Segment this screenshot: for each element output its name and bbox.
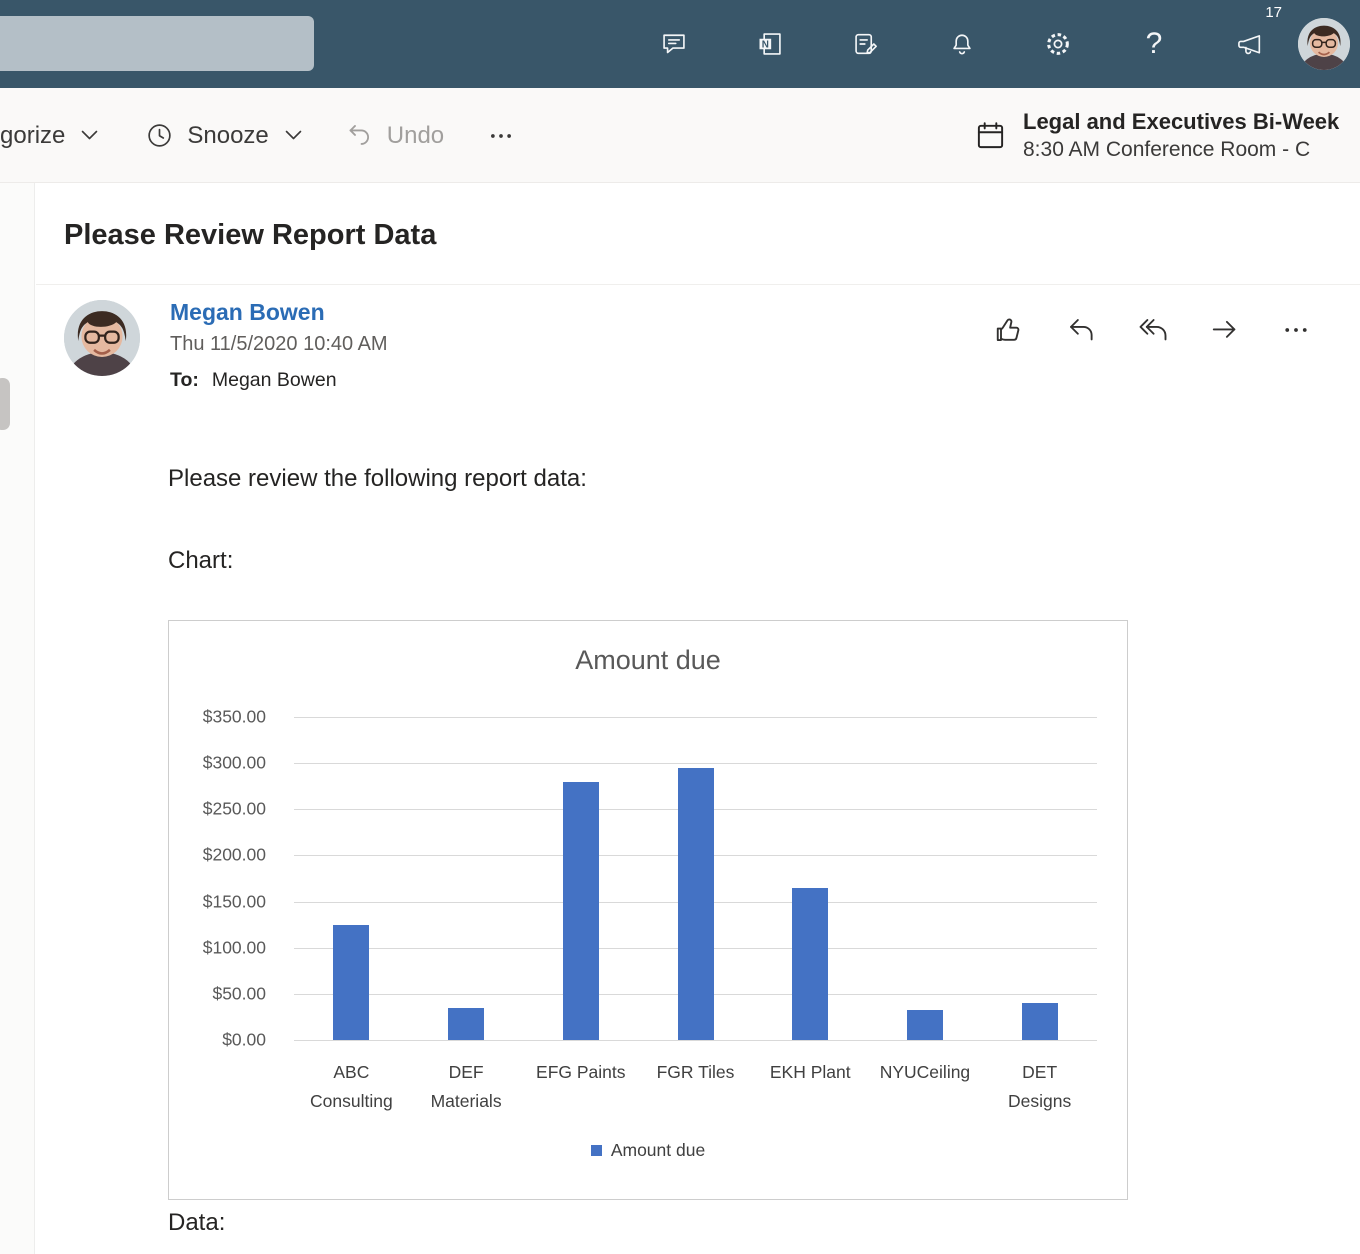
top-bar-actions: N xyxy=(626,0,1360,88)
scrollbar-thumb[interactable] xyxy=(0,378,10,430)
bar-efg-paints xyxy=(563,782,599,1040)
undo-icon xyxy=(346,122,373,149)
help-icon: ? xyxy=(1146,29,1163,59)
gear-icon xyxy=(1044,30,1072,58)
account-avatar xyxy=(1298,18,1350,70)
event-title: Legal and Executives Bi-Week xyxy=(1023,109,1339,135)
gridline xyxy=(294,1040,1097,1041)
like-button[interactable] xyxy=(994,315,1024,345)
categorize-button[interactable]: gorize xyxy=(0,122,98,150)
y-tick-label: $50.00 xyxy=(212,983,266,1004)
reply-icon xyxy=(1066,315,1096,345)
undo-button[interactable]: Undo xyxy=(346,122,444,150)
search-box[interactable] xyxy=(0,16,314,71)
y-tick-label: $0.00 xyxy=(222,1030,266,1051)
chevron-down-icon xyxy=(81,130,98,141)
feedback-button[interactable] xyxy=(626,0,722,88)
x-category-label: FGR Tiles xyxy=(657,1058,735,1116)
x-category-label: NYUCeiling xyxy=(880,1058,970,1116)
undo-label: Undo xyxy=(387,122,444,150)
settings-button[interactable] xyxy=(1010,0,1106,88)
x-category-label: EKH Plant xyxy=(770,1058,851,1116)
sender-avatar[interactable] xyxy=(64,300,140,376)
y-tick-label: $200.00 xyxy=(203,845,266,866)
snooze-label: Snooze xyxy=(187,122,268,150)
left-rail xyxy=(0,183,35,1254)
sent-time: Thu 11/5/2020 10:40 AM xyxy=(170,333,388,356)
todo-icon xyxy=(852,30,880,58)
more-horizontal-icon xyxy=(488,123,514,149)
chart-x-labels: ABC Consulting DEF Materials EFG Paints FGR… xyxy=(294,1058,1097,1116)
bar-det-designs xyxy=(1022,1003,1058,1040)
legend-swatch xyxy=(591,1145,602,1156)
like-icon xyxy=(994,315,1024,345)
recipient-line: To: Megan Bowen xyxy=(170,369,388,392)
notifications-button[interactable] xyxy=(914,0,1010,88)
y-tick-label: $150.00 xyxy=(203,891,266,912)
bar-def-materials xyxy=(448,1008,484,1040)
upcoming-event[interactable]: Legal and Executives Bi-Week 8:30 AM Con… xyxy=(975,88,1360,183)
event-details: 8:30 AM Conference Room - C xyxy=(1023,138,1339,162)
email-body-intro: Please review the following report data: xyxy=(168,465,587,493)
help-button[interactable]: ? xyxy=(1106,0,1202,88)
x-category-label: DET Designs xyxy=(994,1058,1086,1116)
chart-title: Amount due xyxy=(169,645,1127,676)
y-tick-label: $100.00 xyxy=(203,937,266,958)
bar-nyuceiling xyxy=(907,1010,943,1040)
x-category-label: EFG Paints xyxy=(536,1058,625,1116)
y-tick-label: $350.00 xyxy=(203,707,266,728)
more-commands-button[interactable] xyxy=(488,123,514,149)
whats-new-button[interactable]: 17 xyxy=(1202,0,1298,88)
sender-name[interactable]: Megan Bowen xyxy=(170,299,388,326)
chart-legend: Amount due xyxy=(169,1140,1127,1161)
categorize-label: gorize xyxy=(0,122,65,150)
email-subject: Please Review Report Data xyxy=(64,219,436,252)
forward-button[interactable] xyxy=(1210,315,1240,345)
feedback-icon xyxy=(660,30,688,58)
x-category-label: ABC Consulting xyxy=(305,1058,397,1116)
bell-icon xyxy=(948,30,976,58)
to-recipients[interactable]: Megan Bowen xyxy=(212,369,337,391)
reply-all-button[interactable] xyxy=(1138,315,1168,345)
message-header: Megan Bowen Thu 11/5/2020 10:40 AM To: Me… xyxy=(170,299,388,392)
notification-badge: 17 xyxy=(1265,4,1282,21)
app-top-bar: N xyxy=(0,0,1360,88)
todo-button[interactable] xyxy=(818,0,914,88)
y-tick-label: $250.00 xyxy=(203,799,266,820)
svg-text:N: N xyxy=(762,39,769,50)
forward-icon xyxy=(1210,315,1240,345)
reply-button[interactable] xyxy=(1066,315,1096,345)
data-heading: Data: xyxy=(168,1209,225,1237)
chart-bars xyxy=(294,717,1097,1040)
reply-all-icon xyxy=(1138,315,1168,345)
clock-icon xyxy=(146,122,173,149)
megaphone-icon xyxy=(1236,30,1264,58)
snooze-button[interactable]: Snooze xyxy=(146,122,301,150)
command-bar: gorize Snooze xyxy=(0,88,1360,183)
chart-y-axis: $350.00$300.00$250.00$200.00$150.00$100.… xyxy=(169,717,266,1040)
bar-ekh-plant xyxy=(792,888,828,1040)
divider xyxy=(36,284,1360,285)
reading-pane: Please Review Report Data Megan Bowen Th… xyxy=(36,183,1360,1254)
chart-heading: Chart: xyxy=(168,547,233,575)
onenote-button[interactable]: N xyxy=(722,0,818,88)
onenote-icon: N xyxy=(756,30,784,58)
chevron-down-icon xyxy=(285,130,302,141)
calendar-icon xyxy=(975,120,1006,151)
outlook-window: N xyxy=(0,0,1360,1254)
to-label: To: xyxy=(170,369,199,391)
bar-abc-consulting xyxy=(333,925,369,1040)
amount-due-chart: Amount due $350.00 $300.00 $250.00 $200.00 $… xyxy=(168,620,1128,1200)
account-button[interactable] xyxy=(1298,0,1358,88)
bar-fgr-tiles xyxy=(678,768,714,1040)
command-bar-left: gorize Snooze xyxy=(0,88,514,183)
chart-legend-label: Amount due xyxy=(611,1140,705,1161)
more-message-actions-button[interactable] xyxy=(1282,316,1310,344)
x-category-label: DEF Materials xyxy=(420,1058,512,1116)
more-horizontal-icon xyxy=(1282,316,1310,344)
y-tick-label: $300.00 xyxy=(203,753,266,774)
message-actions xyxy=(994,315,1310,345)
